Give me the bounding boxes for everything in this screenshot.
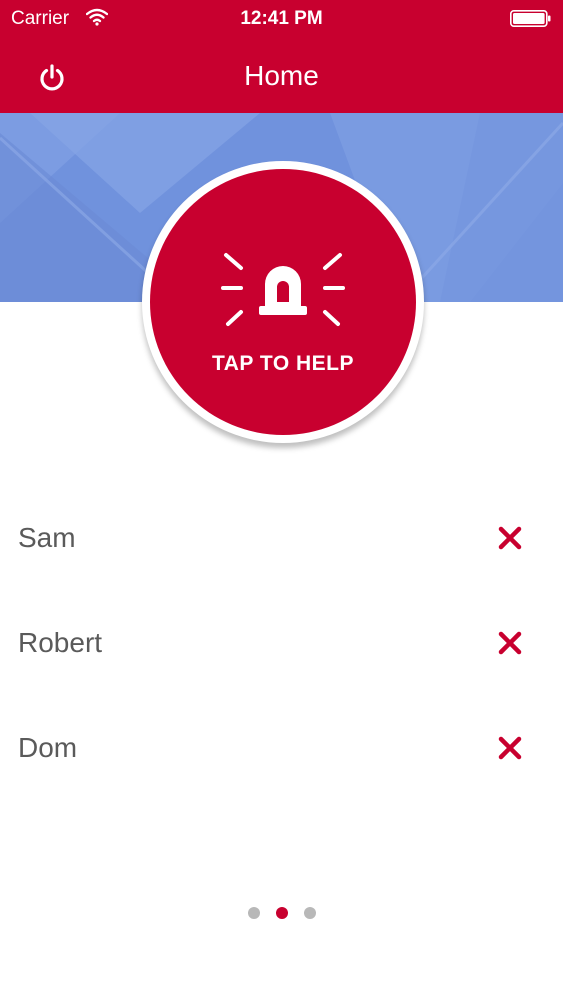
navigation-bar: Home [0,38,563,113]
close-icon [498,526,522,550]
remove-contact-button[interactable] [492,730,528,766]
remove-contact-button[interactable] [492,625,528,661]
battery-icon [510,10,551,27]
siren-icon [221,253,345,326]
status-time: 12:41 PM [240,8,323,29]
page-title: Home [244,60,319,91]
page-indicator [0,907,563,921]
contact-row[interactable]: Sam [0,508,563,568]
tap-to-help-label: TAP TO HELP [211,352,355,375]
remove-contact-button[interactable] [492,520,528,556]
page-dot-1[interactable] [247,907,260,919]
tap-to-help-button[interactable]: TAP TO HELP [150,169,416,435]
page-dot-3[interactable] [303,907,316,919]
page-dot-2-active[interactable] [275,907,288,919]
contact-row[interactable]: Dom [0,718,563,778]
contact-name: Dom [18,732,78,763]
contact-row[interactable]: Robert [0,613,563,673]
app-header: Carrier 12:41 PM Home [0,0,563,113]
contact-name: Sam [18,522,76,553]
contact-name: Robert [18,627,103,658]
status-bar: Carrier 12:41 PM [0,0,563,38]
close-icon [498,631,522,655]
close-icon [498,736,522,760]
